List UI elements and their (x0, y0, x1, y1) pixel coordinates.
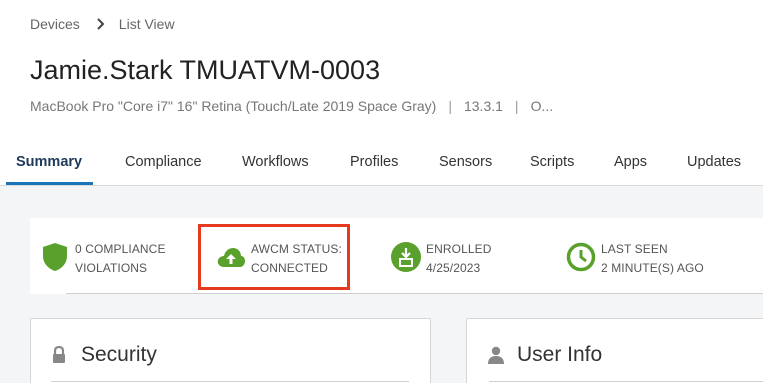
device-model: MacBook Pro "Core i7" 16" Retina (Touch/… (30, 98, 437, 114)
compliance-line2: VIOLATIONS (75, 261, 148, 275)
security-card: Security (30, 318, 431, 383)
enrolled-line1: ENROLLED (426, 242, 492, 256)
last-seen-value: 2 MINUTE(S) AGO (601, 261, 704, 275)
breadcrumb-devices-link[interactable]: Devices (30, 16, 80, 32)
enrolled-date: 4/25/2023 (426, 261, 481, 275)
user-icon (487, 346, 505, 369)
device-owner: O... (530, 98, 554, 114)
tab-profiles[interactable]: Profiles (350, 154, 398, 170)
page-title: Jamie.Stark TMUATVM-0003 (30, 55, 381, 85)
security-card-title: Security (81, 343, 157, 366)
last-seen-status[interactable]: LAST SEEN 2 MINUTE(S) AGO (566, 240, 704, 278)
card-divider (51, 381, 409, 382)
awcm-highlight-box (198, 224, 350, 290)
tab-compliance[interactable]: Compliance (125, 154, 202, 170)
tab-bar: Summary Compliance Workflows Profiles Se… (0, 144, 763, 186)
device-os-version: 13.3.1 (463, 98, 503, 114)
enroll-icon (391, 242, 421, 272)
breadcrumb-list-view: List View (118, 16, 175, 32)
tab-updates[interactable]: Updates (687, 154, 741, 170)
enrolled-status[interactable]: ENROLLED 4/25/2023 (391, 240, 492, 278)
compliance-line1: 0 COMPLIANCE (75, 242, 166, 256)
active-tab-indicator (6, 182, 93, 185)
clock-icon (566, 242, 596, 272)
tab-scripts[interactable]: Scripts (530, 154, 574, 170)
user-info-card: User Info (466, 318, 763, 383)
last-seen-line1: LAST SEEN (601, 242, 668, 256)
tab-sensors[interactable]: Sensors (439, 154, 492, 170)
divider: | (448, 98, 452, 114)
status-divider (66, 293, 763, 294)
compliance-status[interactable]: 0 COMPLIANCE VIOLATIONS (40, 240, 166, 278)
tab-workflows[interactable]: Workflows (242, 154, 309, 170)
divider: | (514, 98, 519, 114)
shield-icon (40, 242, 70, 272)
device-subtitle: MacBook Pro "Core i7" 16" Retina (Touch/… (30, 98, 553, 114)
tab-summary[interactable]: Summary (16, 154, 82, 170)
tab-apps[interactable]: Apps (614, 154, 647, 170)
chevron-right-icon (96, 18, 105, 30)
breadcrumb: Devices List View (30, 16, 175, 32)
lock-icon (51, 345, 67, 369)
user-info-card-title: User Info (517, 343, 603, 366)
card-divider (489, 381, 763, 382)
